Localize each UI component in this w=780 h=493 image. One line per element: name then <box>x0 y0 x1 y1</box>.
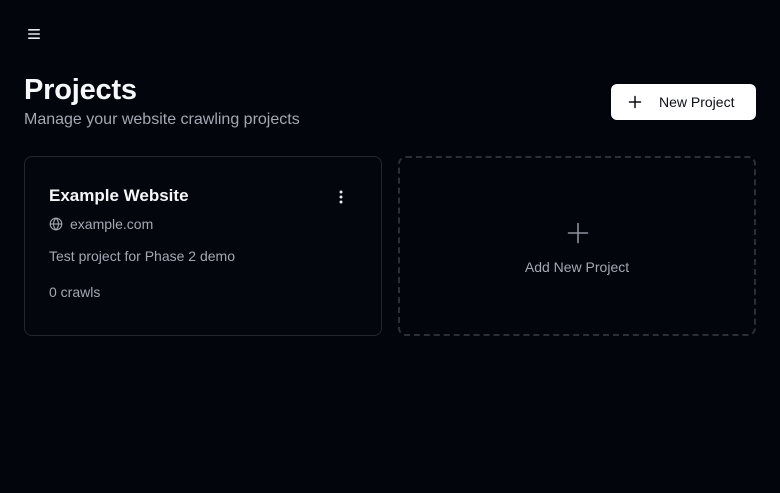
page-title: Projects <box>24 74 137 106</box>
add-new-project-card[interactable]: Add New Project <box>398 156 756 336</box>
project-domain: example.com <box>49 215 153 233</box>
project-description: Test project for Phase 2 demo <box>49 248 235 264</box>
plus-icon <box>566 221 590 245</box>
more-vertical-icon[interactable] <box>331 187 351 207</box>
project-name: Example Website <box>49 186 189 205</box>
project-domain-text: example.com <box>70 216 154 232</box>
new-project-button[interactable]: New Project <box>611 84 756 120</box>
project-card[interactable]: Example Website example.com Test project… <box>24 156 382 336</box>
page-subtitle: Manage your website crawling projects <box>24 111 300 128</box>
globe-icon <box>49 217 63 231</box>
add-new-project-label: Add New Project <box>524 259 630 275</box>
plus-icon <box>627 94 643 110</box>
hamburger-menu-icon[interactable] <box>22 22 46 46</box>
new-project-label: New Project <box>659 94 735 110</box>
project-crawl-count: 0 crawls <box>49 284 101 300</box>
projects-page: Projects Manage your website crawling pr… <box>0 0 780 493</box>
